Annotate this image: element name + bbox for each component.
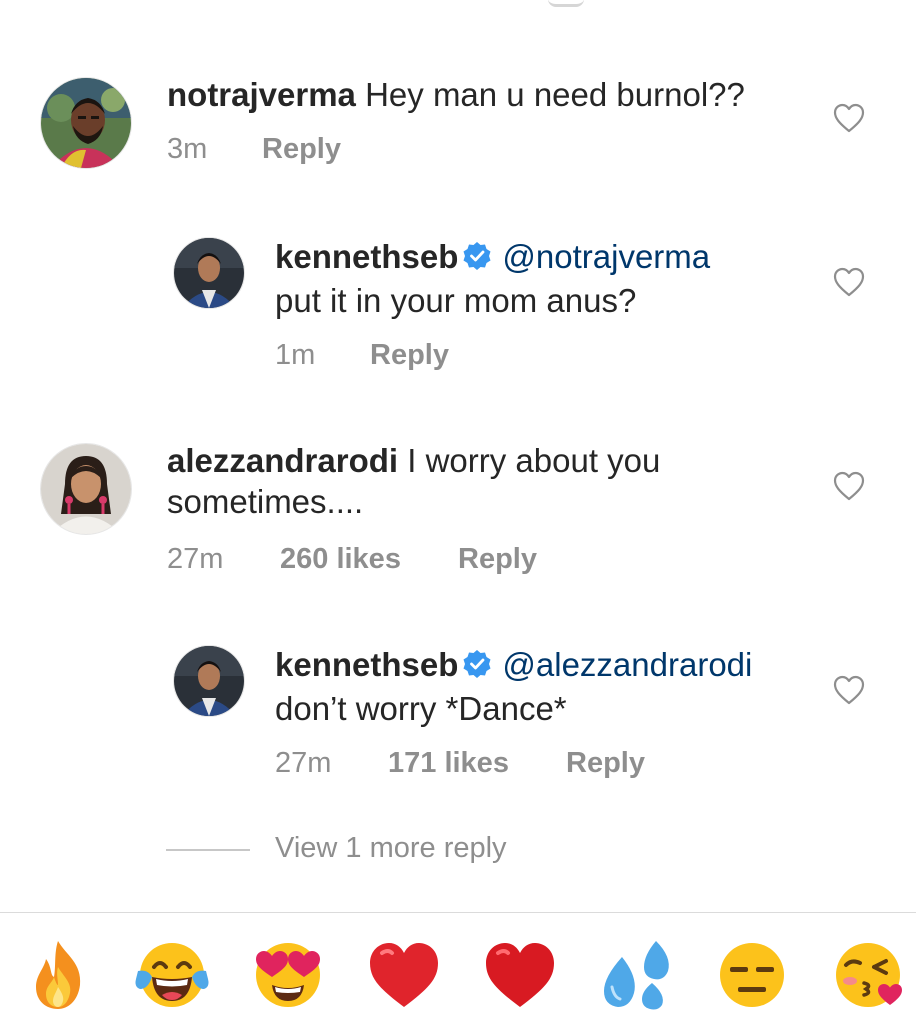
emoji-quick-reaction-bar <box>0 937 916 1017</box>
reply-button[interactable]: Reply <box>566 747 645 780</box>
mention-link[interactable]: @alezzandrarodi <box>502 646 752 683</box>
comment-text: notrajverma Hey man u need burnol?? <box>167 74 745 115</box>
avatar[interactable] <box>40 443 132 535</box>
timestamp: 3m <box>167 133 208 165</box>
avatar[interactable] <box>173 645 245 717</box>
comment-body: put it in your mom anus? <box>275 282 637 319</box>
view-more-line <box>166 849 250 851</box>
like-heart-icon[interactable] <box>833 675 865 710</box>
like-heart-icon[interactable] <box>833 471 865 506</box>
reply-button[interactable]: Reply <box>458 543 537 576</box>
mention-link[interactable]: @notrajverma <box>502 238 710 275</box>
reply-button[interactable]: Reply <box>262 133 341 166</box>
username[interactable]: kennethseb <box>275 238 458 275</box>
view-more-replies-button[interactable]: View 1 more reply <box>166 832 666 872</box>
comment-meta: 27m 171 likes Reply <box>275 747 775 781</box>
verified-badge-icon <box>462 239 492 280</box>
comment-body-line1: I worry about you <box>407 442 661 479</box>
expressionless-emoji[interactable] <box>714 937 790 1013</box>
verified-badge-icon <box>462 647 492 688</box>
likes-count[interactable]: 260 likes <box>280 543 401 576</box>
comment-meta: 1m Reply <box>275 339 675 373</box>
sweat-droplets-emoji[interactable] <box>598 937 674 1013</box>
timestamp: 27m <box>275 747 332 779</box>
red-heart-emoji[interactable] <box>366 937 442 1013</box>
red-heart-emoji[interactable] <box>482 937 558 1013</box>
comment-header-line: kennethseb @notrajverma <box>275 236 710 280</box>
comment-text: kennethseb @notrajverma put it in your mo… <box>275 236 710 321</box>
comment-meta: 27m 260 likes Reply <box>167 543 667 577</box>
comment-body-line2: sometimes.... <box>167 483 364 520</box>
like-heart-icon[interactable] <box>833 103 865 138</box>
comment-body: don’t worry *Dance* <box>275 690 567 727</box>
scroll-edge-remnant <box>548 0 584 7</box>
view-more-label: View 1 more reply <box>275 832 507 864</box>
comment-text: kennethseb @alezzandrarodi don’t worry *D… <box>275 644 752 729</box>
avatar[interactable] <box>40 77 132 169</box>
timestamp: 27m <box>167 543 224 575</box>
divider <box>0 912 916 913</box>
tears-of-joy-emoji[interactable] <box>134 937 210 1013</box>
fire-emoji[interactable] <box>20 937 96 1013</box>
comment-text: alezzandrarodi I worry about you sometim… <box>167 440 660 522</box>
comment-header-line: kennethseb @alezzandrarodi <box>275 644 752 688</box>
heart-eyes-emoji[interactable] <box>250 937 326 1013</box>
timestamp: 1m <box>275 339 316 371</box>
likes-count[interactable]: 171 likes <box>388 747 509 780</box>
username[interactable]: kennethseb <box>275 646 458 683</box>
username[interactable]: notrajverma <box>167 76 356 113</box>
username[interactable]: alezzandrarodi <box>167 442 398 479</box>
like-heart-icon[interactable] <box>833 267 865 302</box>
comment-first-line: alezzandrarodi I worry about you <box>167 440 660 481</box>
comment-body: Hey man u need burnol?? <box>365 76 745 113</box>
reply-button[interactable]: Reply <box>370 339 449 372</box>
avatar[interactable] <box>173 237 245 309</box>
comment-meta: 3m Reply <box>167 133 567 167</box>
kissing-face-emoji[interactable] <box>830 937 906 1013</box>
